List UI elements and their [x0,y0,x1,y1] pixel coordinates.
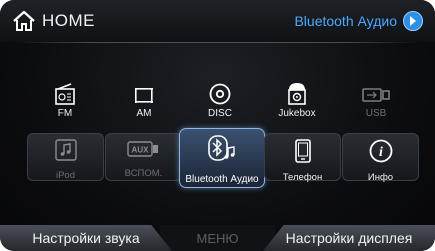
menu-button[interactable]: МЕНЮ [160,225,275,251]
source-ipod-label: iPod [55,170,75,181]
info-icon: i [369,139,393,168]
source-info[interactable]: i Инфо [342,133,419,183]
source-phone[interactable]: Телефон [264,133,341,183]
source-bluetooth-audio[interactable]: Bluetooth Аудио [179,128,265,188]
svg-text:AUX: AUX [131,146,149,155]
chevron-right-icon [403,11,423,31]
home-icon [12,10,36,32]
current-source-button[interactable]: Bluetooth Аудио [294,8,423,34]
svg-text:i: i [379,145,383,160]
top-bar: HOME Bluetooth Аудио [0,0,435,42]
source-am[interactable]: AM [104,77,184,129]
source-aux[interactable]: AUX ВСПОМ. [105,133,182,181]
source-phone-label: Телефон [282,172,323,183]
source-bluetooth-audio-label: Bluetooth Аудио [185,174,259,185]
source-usb-label: USB [365,108,387,119]
head-unit-screen: HOME Bluetooth Аудио FM AM DISC Jukebox … [0,0,435,251]
bluetooth-audio-icon [207,134,237,169]
source-disc-label: DISC [208,108,232,119]
display-settings-button[interactable]: Настройки дисплея [263,225,435,251]
home-label: HOME [42,11,95,30]
bottom-bar: МЕНЮ Настройки звука Настройки дисплея [0,225,435,251]
source-aux-label: ВСПОМ. [124,168,163,179]
disc-icon [209,77,231,105]
sound-settings-button[interactable]: Настройки звука [0,225,172,251]
source-usb[interactable]: USB [336,77,416,129]
header-divider [14,42,421,43]
source-info-label: Инфо [367,172,394,183]
music-note-icon [54,139,77,166]
jukebox-icon [286,77,308,105]
home-button[interactable]: HOME [12,8,95,34]
source-disc[interactable]: DISC [180,77,260,129]
radio-icon [54,77,76,105]
source-ipod[interactable]: iPod [27,133,104,181]
source-fm-tile[interactable] [25,77,105,129]
source-jukebox-label: Jukebox [278,108,316,119]
aux-icon: AUX [126,139,162,164]
usb-icon [361,77,391,105]
phone-icon [294,139,311,168]
current-source-label: Bluetooth Аудио [294,13,397,29]
source-jukebox[interactable]: Jukebox [257,77,337,129]
source-am-label: AM [136,108,152,119]
